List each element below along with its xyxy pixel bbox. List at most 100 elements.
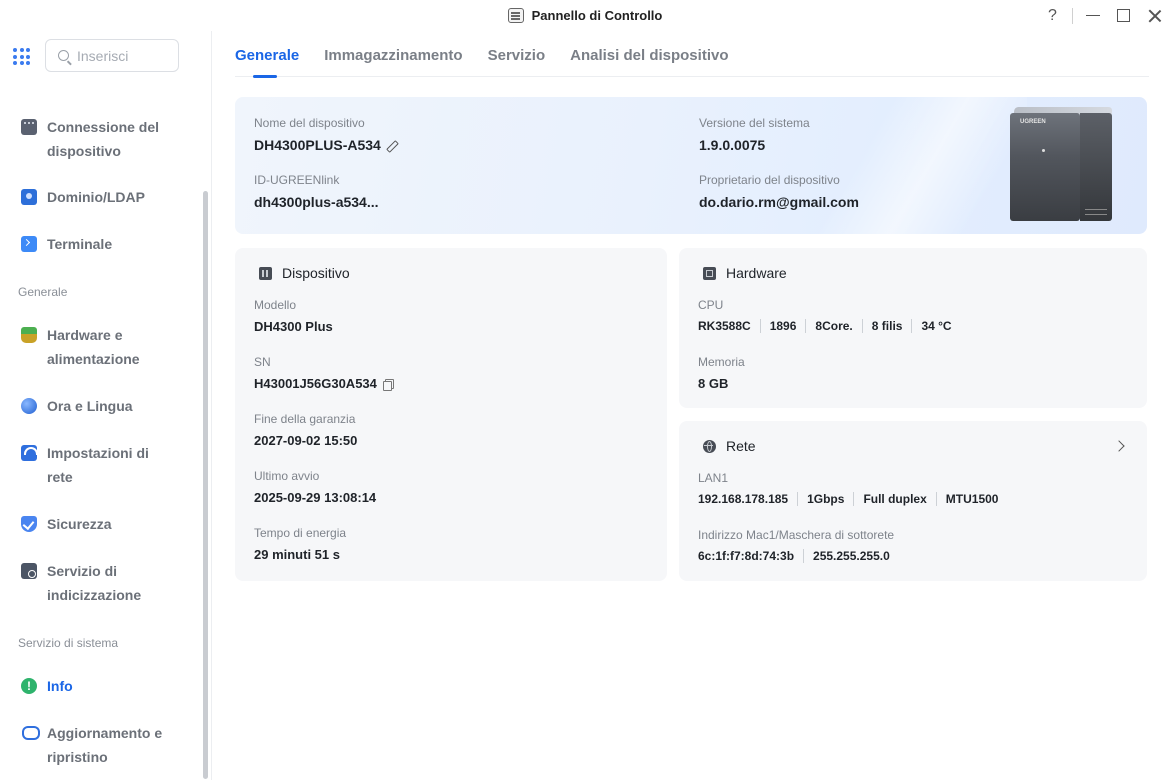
window-title-group: Pannello di Controllo <box>507 8 662 23</box>
owner-value: do.dario.rm@gmail.com <box>699 194 859 210</box>
search-box[interactable] <box>45 39 179 72</box>
sidebar-item-time-language[interactable]: Ora e Lingua <box>0 394 200 418</box>
sidebar-item-label: Terminale <box>47 236 113 252</box>
sidebar-item-label: Sicurezza <box>47 516 112 532</box>
help-button[interactable]: ? <box>1037 4 1068 28</box>
hardware-card-title: Hardware <box>726 265 787 281</box>
cpu-values: RK3588C 1896 8Core. 8 filis 34 °C <box>698 319 961 333</box>
time-language-icon <box>21 398 37 414</box>
tab-bar: Generale Immagazzinamento Servizio Anali… <box>235 31 1149 78</box>
sidebar-item-label: Connessione del dispositivo <box>47 119 160 159</box>
memory-label: Memoria <box>698 355 745 369</box>
sidebar-item-indexing[interactable]: Servizio di indicizzazione <box>0 559 200 607</box>
cpu-model: RK3588C <box>698 319 751 333</box>
device-name-value: DH4300PLUS-A534 <box>254 137 397 153</box>
title-bar: Pannello di Controllo ? <box>0 0 1170 31</box>
section-label-generale: Generale <box>18 285 68 299</box>
warranty-label: Fine della garanzia <box>254 412 356 426</box>
lan-label: LAN1 <box>698 471 729 485</box>
tab-device-analysis[interactable]: Analisi del dispositivo <box>570 31 728 77</box>
info-icon <box>21 678 37 694</box>
chip-icon <box>703 266 716 280</box>
mac-label: Indirizzo Mac1/Maschera di sottorete <box>698 528 895 542</box>
sidebar-item-security[interactable]: Sicurezza <box>0 512 200 536</box>
sidebar-item-domain-ldap[interactable]: Dominio/LDAP <box>0 185 200 209</box>
card-title: Dispositivo <box>259 265 350 281</box>
network-settings-icon <box>21 445 38 461</box>
device-connection-icon <box>21 119 37 135</box>
ugreenlink-value: dh4300plus-a534... <box>254 194 379 210</box>
sidebar-item-label: Servizio di indicizzazione <box>47 563 142 603</box>
window-controls: ? <box>1037 0 1170 31</box>
device-image: UGREEN <box>1010 107 1113 223</box>
minimize-icon <box>1085 14 1100 17</box>
globe-icon <box>703 439 716 453</box>
controls-divider <box>1072 7 1073 24</box>
update-restore-icon <box>21 725 40 741</box>
ugreenlink-label: ID-UGREENlink <box>254 173 340 187</box>
search-icon <box>58 50 69 61</box>
sn-label: SN <box>254 355 271 369</box>
sidebar-item-label: Impostazioni di rete <box>47 445 149 485</box>
sidebar-item-label: Hardware e alimentazione <box>47 327 140 367</box>
last-boot-value: 2025-09-29 13:08:14 <box>254 490 377 505</box>
maximize-button[interactable] <box>1108 4 1139 28</box>
duplex-mode: Full duplex <box>853 492 935 506</box>
device-overview-card: Nome del dispositivo DH4300PLUS-A534 ID-… <box>235 97 1147 234</box>
tab-service[interactable]: Servizio <box>488 31 546 77</box>
card-title: Hardware <box>703 265 787 281</box>
sidebar-item-update-restore[interactable]: Aggiornamento e ripristino <box>0 721 200 769</box>
card-title: Rete <box>703 438 756 454</box>
lan-values: 192.168.178.185 1Gbps Full duplex MTU150… <box>698 492 1007 506</box>
main-content: Generale Immagazzinamento Servizio Anali… <box>213 31 1170 780</box>
cpu-threads: 8 filis <box>861 319 912 333</box>
sidebar-item-device-connection[interactable]: Connessione del dispositivo <box>0 115 200 163</box>
sidebar-item-terminal[interactable]: Terminale <box>0 232 200 256</box>
device-name-label: Nome del dispositivo <box>254 116 365 130</box>
hardware-power-icon <box>21 327 37 343</box>
sidebar-item-label: Dominio/LDAP <box>47 189 145 205</box>
device-icon <box>259 266 272 280</box>
sidebar-item-label: Info <box>47 678 73 694</box>
tab-storage[interactable]: Immagazzinamento <box>324 31 462 77</box>
app-grid-icon[interactable] <box>13 48 30 65</box>
warranty-value: 2027-09-02 15:50 <box>254 433 358 448</box>
sn-text: H43001J56G30A534 <box>254 376 377 391</box>
edit-icon[interactable] <box>387 141 397 151</box>
tab-generale[interactable]: Generale <box>235 31 299 78</box>
search-input[interactable] <box>77 47 167 64</box>
sn-value: H43001J56G30A534 <box>254 376 394 391</box>
network-card-title: Rete <box>726 438 756 454</box>
sidebar-item-label: Aggiornamento e ripristino <box>47 725 163 765</box>
cpu-temperature: 34 °C <box>911 319 960 333</box>
copy-icon[interactable] <box>382 379 394 391</box>
last-boot-label: Ultimo avvio <box>254 469 320 483</box>
chevron-right-icon[interactable] <box>1113 440 1125 452</box>
link-speed: 1Gbps <box>797 492 853 506</box>
subnet-mask: 255.255.255.0 <box>803 549 899 563</box>
indexing-service-icon <box>21 563 37 579</box>
mac-values: 6c:1f:f7:8d:74:3b 255.255.255.0 <box>698 549 899 563</box>
sidebar-item-network[interactable]: Impostazioni di rete <box>0 441 200 489</box>
cpu-label: CPU <box>698 298 724 312</box>
mac-address: 6c:1f:f7:8d:74:3b <box>698 549 795 563</box>
ip-address: 192.168.178.185 <box>698 492 789 506</box>
device-info-card: Dispositivo Modello DH4300 Plus SN H4300… <box>235 248 667 581</box>
terminal-icon <box>21 236 37 252</box>
section-label-system-service: Servizio di sistema <box>18 636 119 650</box>
network-card[interactable]: Rete LAN1 192.168.178.185 1Gbps Full dup… <box>679 421 1147 581</box>
model-value: DH4300 Plus <box>254 319 333 334</box>
cpu-cores: 8Core. <box>805 319 861 333</box>
sidebar-item-info[interactable]: Info <box>0 674 200 698</box>
domain-ldap-icon <box>21 189 37 205</box>
minimize-button[interactable] <box>1077 4 1108 28</box>
sidebar-item-hardware[interactable]: Hardware e alimentazione <box>0 323 200 371</box>
sidebar: Connessione del dispositivo Dominio/LDAP… <box>0 31 212 780</box>
sidebar-item-label: Ora e Lingua <box>47 398 133 414</box>
owner-label: Proprietario del dispositivo <box>699 173 840 187</box>
close-button[interactable] <box>1139 4 1170 28</box>
system-version-label: Versione del sistema <box>699 116 810 130</box>
sidebar-scrollbar[interactable] <box>203 191 208 779</box>
cpu-frequency: 1896 <box>759 319 806 333</box>
device-name-text: DH4300PLUS-A534 <box>254 137 381 153</box>
